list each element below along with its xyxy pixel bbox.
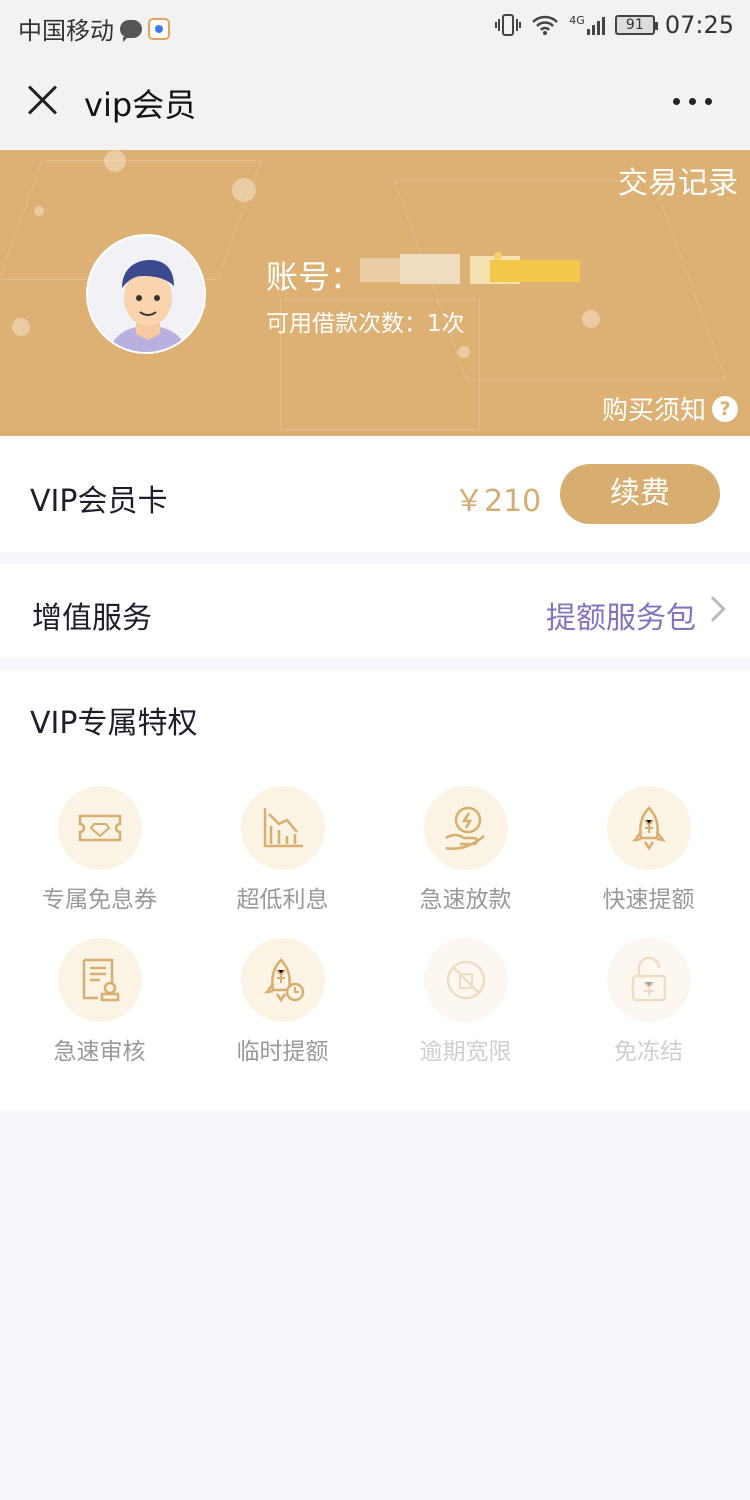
signal-icon <box>586 15 605 35</box>
purchase-notice-link[interactable]: 购买须知 ? <box>602 390 738 427</box>
privilege-item-quick-limit[interactable]: 快速提额 <box>557 786 740 926</box>
more-icon[interactable] <box>673 98 712 105</box>
page-title: vip会员 <box>84 86 197 124</box>
privilege-label: 急速审核 <box>53 1039 146 1065</box>
banner-dot <box>458 346 470 358</box>
privilege-label: 临时提额 <box>236 1039 329 1065</box>
transaction-record-link[interactable]: 交易记录 <box>618 158 738 202</box>
privilege-item-fast-loan[interactable]: 急速放款 <box>374 786 557 926</box>
privilege-icon-bg <box>240 786 325 870</box>
question-icon: ? <box>712 395 738 422</box>
vip-card-label: VIP会员卡 <box>30 484 168 519</box>
privilege-item-overdue-grace[interactable]: 逾期宽限 <box>374 938 557 1078</box>
carrier-name: 中国移动 <box>18 17 114 45</box>
privilege-item-fast-review[interactable]: 急速审核 <box>8 938 191 1078</box>
privilege-label: 超低利息 <box>236 887 329 913</box>
privilege-item-low-interest[interactable]: 超低利息 <box>191 786 374 926</box>
privilege-label: 逾期宽限 <box>419 1039 512 1065</box>
value-added-service-row[interactable]: 增值服务 提额服务包 <box>0 564 750 658</box>
account-label: 账号： <box>266 258 363 296</box>
limit-package-link[interactable]: 提额服务包 <box>546 593 696 637</box>
vip-card-price: ￥210 <box>454 484 542 519</box>
member-banner: 交易记录 账号： 可用借款次数：1次 购买须知 ? <box>0 150 750 436</box>
available-loan-count: 可用借款次数：1次 <box>266 311 465 337</box>
nav-bar: vip会员 <box>0 52 750 150</box>
privilege-item-temp-limit[interactable]: 临时提额 <box>191 938 374 1078</box>
unlock-yen-icon <box>631 956 666 1002</box>
purchase-notice-label: 购买须知 <box>601 396 706 426</box>
status-bar: 中国移动 4G 91 07:25 <box>0 0 750 52</box>
banner-dot <box>582 310 600 328</box>
privilege-icon-bg <box>606 938 691 1022</box>
banner-dot <box>34 206 44 216</box>
user-avatar-icon <box>88 236 204 352</box>
banner-dot <box>104 150 126 172</box>
vibrate-icon <box>495 14 522 36</box>
vip-card-row: VIP会员卡 ￥210 续费 <box>0 436 750 552</box>
coin-hand-icon <box>444 806 485 850</box>
rocket-clock-icon <box>263 958 304 1003</box>
close-icon[interactable] <box>26 84 58 116</box>
privilege-icon-bg <box>423 938 508 1022</box>
privilege-item-no-freeze[interactable]: 免冻结 <box>557 938 740 1078</box>
chat-bubble-icon <box>120 19 142 42</box>
ticket-diamond-icon <box>78 814 121 842</box>
clock: 07:25 <box>664 11 734 39</box>
privilege-icon-bg <box>423 786 508 870</box>
vip-privileges-section: VIP专属特权 专属免息券 超低利息 急速放款 快速提额 急速审核 临时提额 逾… <box>0 670 750 1110</box>
privilege-icon-bg <box>240 938 325 1022</box>
chevron-right-icon <box>700 596 726 622</box>
rocket-yen-icon <box>631 806 666 851</box>
avatar <box>86 234 206 354</box>
privilege-label: 专属免息券 <box>42 887 157 913</box>
status-right: 4G 91 07:25 <box>495 11 734 39</box>
account-number-masked <box>360 252 580 284</box>
battery-level: 91 <box>625 17 644 33</box>
renew-button[interactable]: 续费 <box>560 464 720 524</box>
privilege-label: 快速提额 <box>602 887 695 913</box>
network-type: 4G <box>569 13 585 27</box>
privilege-icon-bg <box>57 786 142 870</box>
privilege-label: 免冻结 <box>614 1039 683 1065</box>
privileges-title: VIP专属特权 <box>30 706 198 741</box>
document-review-icon <box>82 958 119 1002</box>
overdue-icon <box>446 960 485 1000</box>
battery-icon: 91 <box>614 15 658 35</box>
carrier-group: 中国移动 <box>18 11 170 46</box>
privilege-icon-bg <box>606 786 691 870</box>
wifi-icon <box>532 15 559 35</box>
banner-dot <box>12 318 30 336</box>
value-added-label: 增值服务 <box>32 601 152 636</box>
baidu-icon <box>148 17 170 40</box>
privilege-item-coupon[interactable]: 专属免息券 <box>8 786 191 926</box>
chart-down-icon <box>263 808 303 848</box>
banner-dot <box>232 178 256 202</box>
privilege-icon-bg <box>57 938 142 1022</box>
privilege-label: 急速放款 <box>419 887 512 913</box>
